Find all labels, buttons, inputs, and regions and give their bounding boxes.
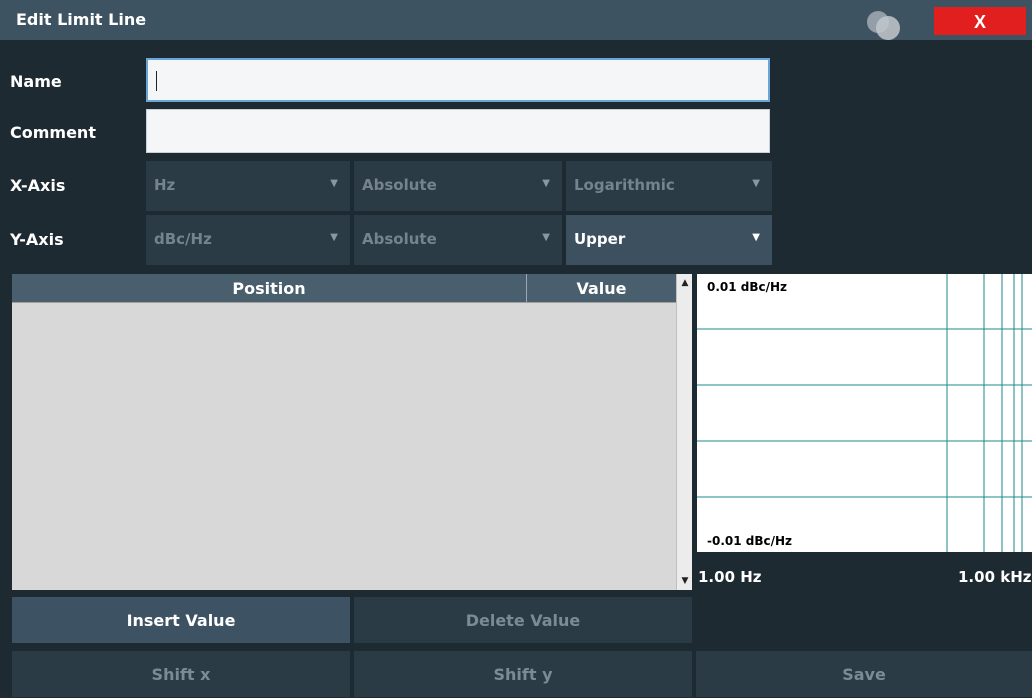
save-button[interactable]: Save	[696, 651, 1032, 697]
y-limit-type-value: Upper	[574, 230, 626, 248]
y-limit-type-dropdown[interactable]: Upper ▼	[566, 215, 772, 265]
text-caret	[156, 71, 157, 91]
column-header-value[interactable]: Value	[527, 279, 676, 298]
y-scaling-value: Absolute	[362, 230, 437, 248]
comment-label: Comment	[10, 123, 96, 142]
column-header-position[interactable]: Position	[12, 279, 526, 298]
x-scaling-dropdown[interactable]: Absolute ▼	[354, 161, 562, 211]
close-button[interactable]: X	[934, 7, 1026, 35]
y-scaling-dropdown[interactable]: Absolute ▼	[354, 215, 562, 265]
comment-input[interactable]	[146, 109, 770, 153]
x-scaling-value: Absolute	[362, 176, 437, 194]
x-spacing-value: Logarithmic	[574, 176, 675, 194]
x-unit-dropdown[interactable]: Hz ▼	[146, 161, 350, 211]
chevron-down-icon: ▼	[542, 178, 550, 189]
x-axis-label: X-Axis	[10, 176, 66, 195]
chevron-down-icon: ▼	[330, 232, 338, 243]
close-icon: X	[973, 12, 986, 32]
limit-line-preview: 0.01 dBc/Hz -0.01 dBc/Hz	[697, 274, 1032, 552]
chevron-down-icon: ▼	[752, 232, 760, 243]
scroll-down-icon[interactable]: ▼	[679, 575, 691, 587]
x-unit-value: Hz	[154, 176, 176, 194]
name-input[interactable]	[146, 58, 770, 102]
preview-grid	[697, 274, 1032, 552]
shift-x-button[interactable]: Shift x	[12, 651, 350, 697]
preview-x-start-label: 1.00 Hz	[698, 568, 762, 586]
preview-y-top-label: 0.01 dBc/Hz	[707, 280, 788, 294]
preview-x-stop-label: 1.00 kHz	[958, 568, 1032, 586]
title-bar: Edit Limit Line X	[0, 0, 1032, 40]
y-unit-dropdown[interactable]: dBc/Hz ▼	[146, 215, 350, 265]
x-spacing-dropdown[interactable]: Logarithmic ▼	[566, 161, 772, 211]
y-axis-label: Y-Axis	[10, 230, 64, 249]
shift-y-button[interactable]: Shift y	[354, 651, 692, 697]
chevron-down-icon: ▼	[330, 178, 338, 189]
insert-value-button[interactable]: Insert Value	[12, 597, 350, 643]
table-header: Position Value	[12, 274, 676, 303]
preview-y-bottom-label: -0.01 dBc/Hz	[707, 534, 793, 548]
dialog-title: Edit Limit Line	[16, 10, 147, 29]
limit-values-table[interactable]: Position Value ▲ ▼	[12, 274, 692, 590]
overlapping-circles-icon	[867, 11, 900, 40]
chevron-down-icon: ▼	[542, 232, 550, 243]
edit-limit-line-dialog: Edit Limit Line X Name Comment X-Axis Hz…	[0, 0, 1032, 697]
table-scrollbar[interactable]: ▲ ▼	[676, 274, 692, 590]
delete-value-button[interactable]: Delete Value	[354, 597, 692, 643]
y-unit-value: dBc/Hz	[154, 230, 212, 248]
chevron-down-icon: ▼	[752, 178, 760, 189]
name-label: Name	[10, 72, 62, 91]
scroll-up-icon[interactable]: ▲	[679, 277, 691, 289]
